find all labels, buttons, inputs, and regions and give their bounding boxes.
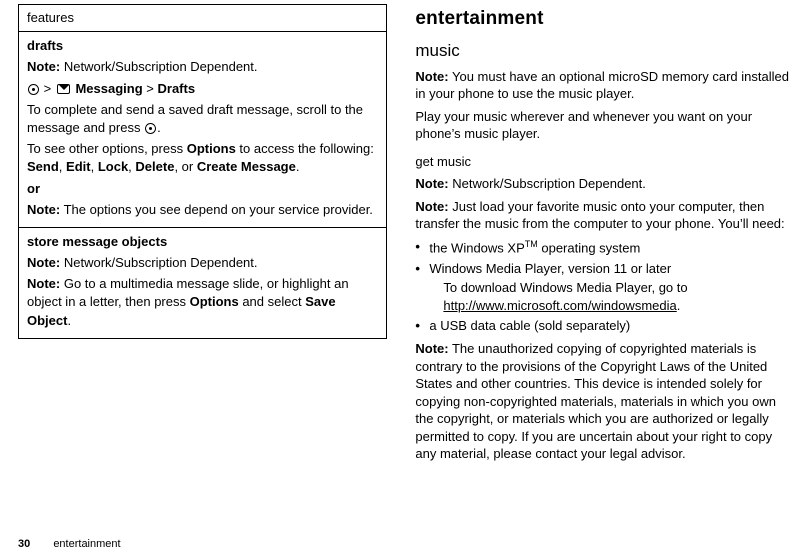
tm-superscript: TM [525, 239, 538, 249]
note-copy-label: Note: [415, 341, 448, 356]
center-key-icon [28, 84, 39, 95]
drafts-note1-label: Note: [27, 59, 60, 74]
messaging-icon [57, 84, 70, 94]
nav-sep: > [146, 81, 154, 96]
nav-pre: > [44, 81, 52, 96]
nav-messaging: Messaging [75, 81, 142, 96]
note-net-text: Network/Subscription Dependent. [452, 176, 646, 191]
page-footer: 30 entertainment [18, 537, 121, 552]
drafts-p2-tail: . [296, 159, 300, 174]
requirements-list: the Windows XPTM operating system Window… [415, 238, 793, 335]
store-title: store message objects [27, 233, 378, 251]
nav-drafts: Drafts [158, 81, 196, 96]
drafts-cell: drafts Note: Network/Subscription Depend… [19, 32, 387, 228]
drafts-p2-pre: To see other options, press [27, 141, 187, 156]
store-note2-mid: and select [239, 294, 306, 309]
store-note2-label: Note: [27, 276, 60, 291]
bullet-wmp: Windows Media Player, version 11 or late… [429, 261, 671, 276]
store-note2-tail: . [67, 313, 71, 328]
page-number: 30 [18, 538, 30, 550]
drafts-title: drafts [27, 37, 378, 55]
note-copy-text: The unauthorized copying of copyrighted … [415, 341, 776, 461]
opt-lock: Lock [98, 159, 128, 174]
features-header-cell: features [19, 5, 387, 32]
bullet-xp-pre: the Windows XP [429, 240, 524, 255]
list-item: Windows Media Player, version 11 or late… [415, 260, 793, 315]
play-text: Play your music wherever and whenever yo… [415, 108, 793, 143]
right-column: entertainment music Note: You must have … [397, 0, 811, 556]
drafts-note2-label: Note: [27, 202, 60, 217]
entertainment-heading: entertainment [415, 6, 793, 32]
opt-create: Create Message [197, 159, 296, 174]
bullet-xp-post: operating system [538, 240, 641, 255]
store-note1-label: Note: [27, 255, 60, 270]
store-note1-text: Network/Subscription Dependent. [64, 255, 258, 270]
page-section-label: entertainment [53, 538, 120, 550]
left-column: features drafts Note: Network/Subscripti… [0, 0, 397, 556]
list-item: the Windows XPTM operating system [415, 238, 793, 257]
bullet-usb: a USB data cable (sold separately) [429, 318, 630, 333]
drafts-note2-text: The options you see depend on your servi… [64, 202, 373, 217]
bullet-wmp-sub-post: . [677, 298, 681, 313]
note-must-text: You must have an optional microSD memory… [415, 69, 789, 102]
drafts-p1-pre: To complete and send a saved draft messa… [27, 102, 363, 135]
bullet-wmp-sub-pre: To download Windows Media Player, go to [443, 280, 687, 295]
features-table: features drafts Note: Network/Subscripti… [18, 4, 387, 339]
opt-edit: Edit [66, 159, 91, 174]
opt-or: , or [174, 159, 196, 174]
options-label: Options [187, 141, 236, 156]
drafts-note1-text: Network/Subscription Dependent. [64, 59, 258, 74]
features-header-text: features [27, 10, 74, 25]
music-heading: music [415, 40, 793, 63]
note-net-label: Note: [415, 176, 448, 191]
or-label: or [27, 181, 40, 196]
note-load-label: Note: [415, 199, 448, 214]
opt-send: Send [27, 159, 59, 174]
store-options: Options [190, 294, 239, 309]
microsoft-link[interactable]: http://www.microsoft.com/windowsmedia [443, 298, 676, 313]
list-item: a USB data cable (sold separately) [415, 317, 793, 335]
drafts-p1-tail: . [157, 120, 161, 135]
opt-delete: Delete [135, 159, 174, 174]
drafts-p2-mid: to access the following: [236, 141, 374, 156]
center-key-icon-2 [145, 123, 156, 134]
get-music-heading: get music [415, 153, 793, 171]
note-load-text: Just load your favorite music onto your … [415, 199, 784, 232]
store-cell: store message objects Note: Network/Subs… [19, 227, 387, 338]
note-must-label: Note: [415, 69, 448, 84]
